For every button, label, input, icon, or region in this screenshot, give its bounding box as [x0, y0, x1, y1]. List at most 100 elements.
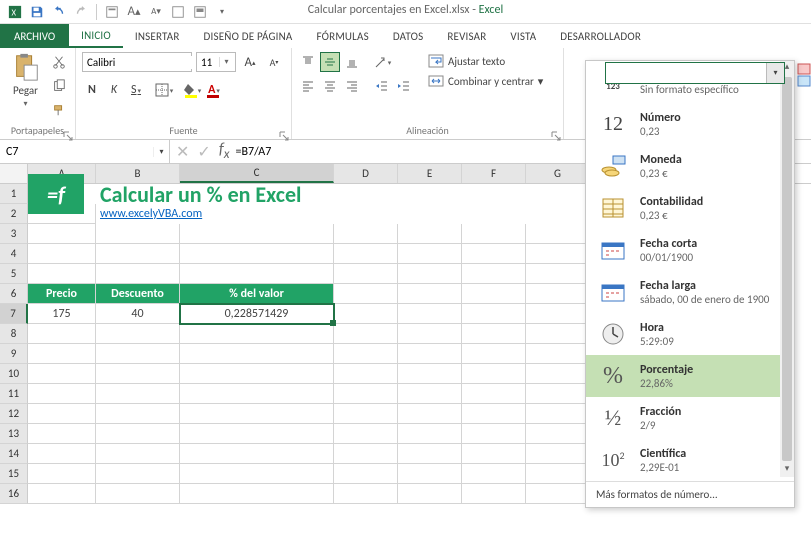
cell[interactable] [180, 404, 334, 424]
nf-item-percent[interactable]: %Porcentaje22,86% [586, 355, 794, 397]
cell[interactable]: 175 [28, 304, 96, 324]
cell[interactable] [28, 344, 96, 364]
row-header[interactable]: 10 [0, 364, 28, 384]
name-box[interactable]: ▾ [0, 140, 170, 163]
fill-color-button[interactable]: ▾ [182, 80, 202, 100]
cell[interactable] [462, 404, 526, 424]
tab-desarrollador[interactable]: DESARROLLADOR [548, 24, 653, 48]
cell[interactable] [398, 424, 462, 444]
font-name-combo[interactable]: ▾ [82, 52, 192, 72]
scroll-thumb[interactable] [782, 77, 792, 461]
chevron-down-icon[interactable]: ▾ [153, 147, 169, 157]
grow-font-icon[interactable]: A▴ [240, 52, 260, 72]
cell[interactable] [462, 224, 526, 244]
cell[interactable] [28, 424, 96, 444]
cell[interactable] [526, 224, 590, 244]
cell[interactable] [398, 324, 462, 344]
row-header[interactable]: 7 [0, 304, 28, 324]
row-header[interactable]: 6 [0, 284, 28, 304]
font-color-button[interactable]: A▾ [204, 80, 224, 100]
cell[interactable] [526, 404, 590, 424]
align-middle-icon[interactable] [320, 52, 340, 72]
align-left-icon[interactable] [298, 76, 318, 96]
italic-button[interactable]: K [104, 80, 124, 100]
row-header[interactable]: 15 [0, 464, 28, 484]
cell[interactable] [526, 304, 590, 324]
cell[interactable] [398, 464, 462, 484]
cell[interactable] [180, 344, 334, 364]
cell[interactable] [398, 184, 462, 204]
cell[interactable] [28, 384, 96, 404]
copy-icon[interactable] [49, 76, 69, 96]
cell[interactable] [334, 244, 398, 264]
cell[interactable] [462, 364, 526, 384]
cell[interactable] [28, 324, 96, 344]
cell[interactable] [526, 444, 590, 464]
cell[interactable] [96, 264, 180, 284]
nf-item-fraction[interactable]: ½Fracción 2/9 [586, 397, 794, 439]
bold-button[interactable]: N [82, 80, 102, 100]
cell[interactable]: Calcular un % en Excel [96, 184, 180, 204]
row-header[interactable]: 16 [0, 484, 28, 504]
nf-item-longdate[interactable]: Fecha largasábado, 00 de enero de 1900 [586, 271, 794, 313]
fill-handle[interactable] [330, 320, 336, 326]
cell[interactable] [462, 344, 526, 364]
cell[interactable] [526, 424, 590, 444]
excel-app-icon[interactable]: X [6, 3, 24, 21]
calc-icon[interactable] [103, 3, 121, 21]
cell[interactable] [398, 304, 462, 324]
font-size-inc-icon[interactable]: A▴ [125, 3, 143, 21]
cell[interactable] [28, 404, 96, 424]
cell[interactable] [462, 324, 526, 344]
col-header-d[interactable]: D [334, 164, 398, 183]
cell[interactable] [334, 424, 398, 444]
dialog-launcher-icon[interactable] [63, 127, 73, 137]
row-header[interactable]: 12 [0, 404, 28, 424]
cell[interactable] [398, 404, 462, 424]
cell[interactable] [96, 444, 180, 464]
cell[interactable] [180, 224, 334, 244]
cell[interactable] [180, 204, 334, 224]
qat-customize-icon[interactable]: ▾ [213, 3, 231, 21]
chevron-down-icon[interactable]: ▾ [766, 63, 784, 83]
nf-item-scientific[interactable]: 102Científica2,29E-01 [586, 439, 794, 481]
align-right-icon[interactable] [342, 76, 362, 96]
cell[interactable] [462, 304, 526, 324]
select-all-corner[interactable] [0, 164, 28, 183]
cell[interactable] [180, 444, 334, 464]
cell[interactable] [526, 184, 590, 204]
orientation-icon[interactable]: ▾ [372, 52, 392, 72]
fill-qat-icon[interactable] [191, 3, 209, 21]
enter-formula-icon[interactable]: ✓ [197, 142, 210, 162]
increase-indent-icon[interactable] [394, 76, 414, 96]
cell[interactable] [462, 204, 526, 224]
cell[interactable] [28, 264, 96, 284]
cell[interactable]: Descuento [96, 284, 180, 304]
cell[interactable] [96, 364, 180, 384]
cell[interactable] [28, 244, 96, 264]
row-header[interactable]: 11 [0, 384, 28, 404]
cell[interactable] [526, 204, 590, 224]
cell[interactable] [96, 424, 180, 444]
cell[interactable] [526, 484, 590, 504]
col-header-e[interactable]: E [398, 164, 462, 183]
cell[interactable] [462, 464, 526, 484]
tab-vista[interactable]: VISTA [498, 24, 548, 48]
cell[interactable] [334, 224, 398, 244]
cell[interactable] [398, 384, 462, 404]
cell[interactable] [462, 384, 526, 404]
cell[interactable] [334, 444, 398, 464]
cell[interactable] [398, 484, 462, 504]
tab-formulas[interactable]: FÓRMULAS [305, 24, 381, 48]
cell[interactable] [28, 364, 96, 384]
format-painter-icon[interactable] [49, 100, 69, 120]
row-header[interactable]: 2 [0, 204, 28, 224]
underline-button[interactable]: S▾ [126, 80, 146, 100]
cell[interactable] [398, 284, 462, 304]
cell[interactable] [334, 264, 398, 284]
borders-qat-icon[interactable] [169, 3, 187, 21]
cell[interactable] [180, 384, 334, 404]
nf-item-shortdate[interactable]: Fecha corta00/01/1900 [586, 229, 794, 271]
cell[interactable] [334, 384, 398, 404]
font-size-combo[interactable]: ▾ [196, 52, 236, 72]
